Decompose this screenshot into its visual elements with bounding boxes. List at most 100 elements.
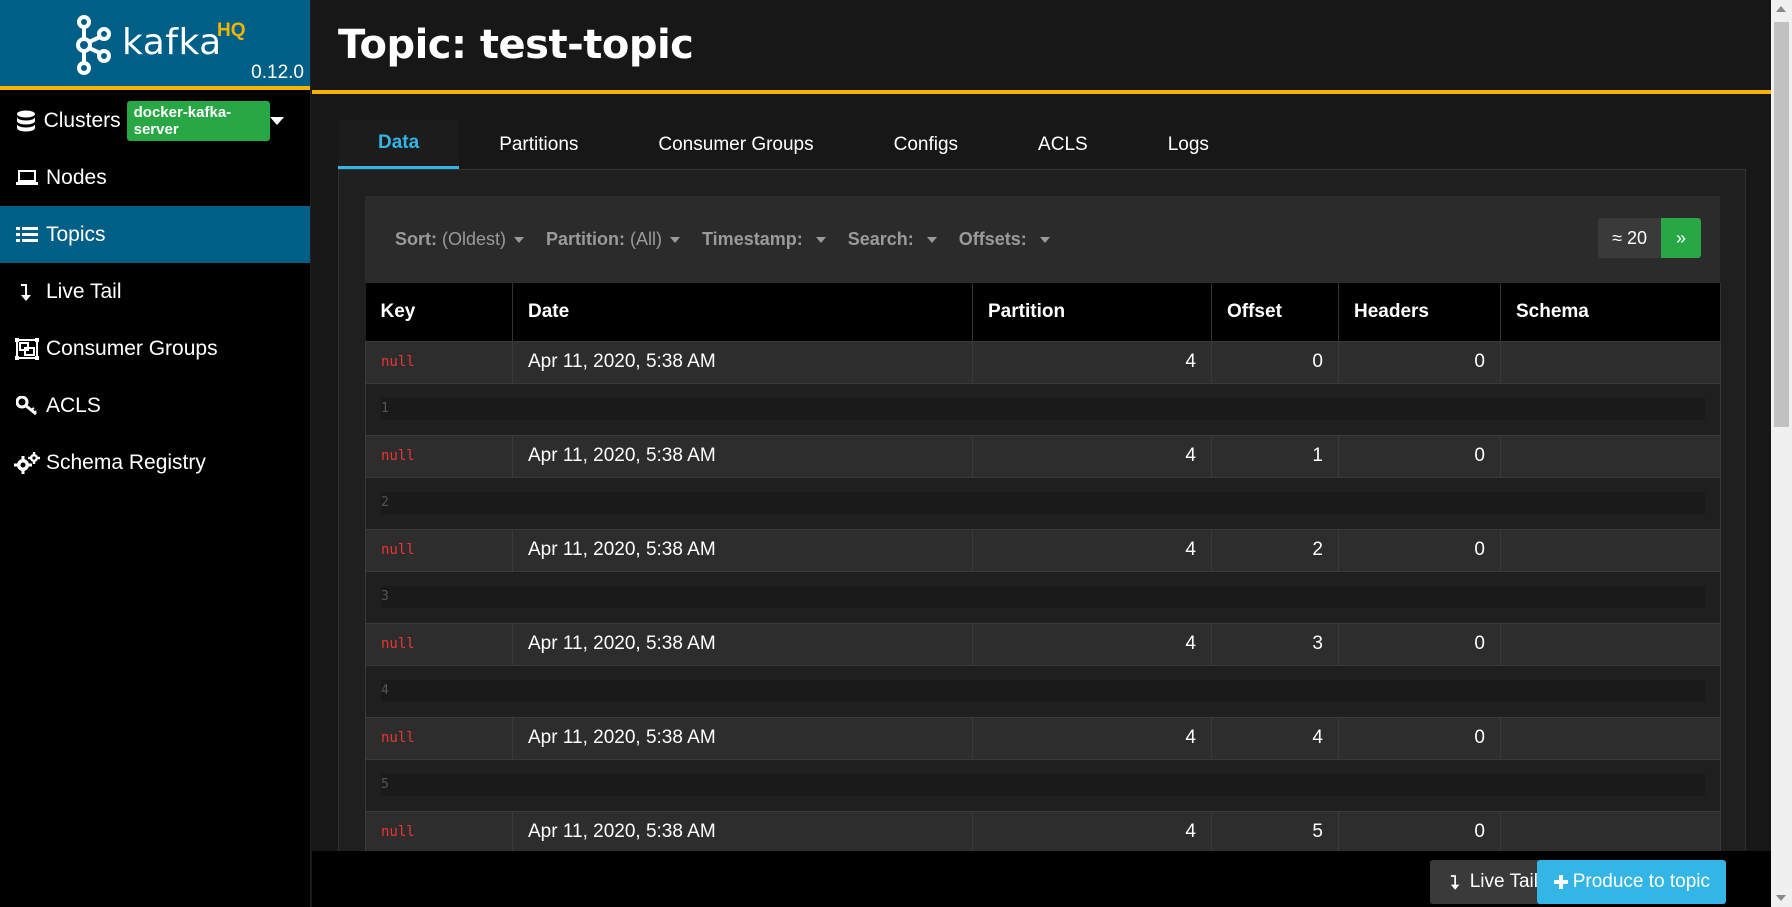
produce-to-topic-button[interactable]: Produce to topic: [1536, 860, 1726, 904]
column-header-key[interactable]: Key: [365, 283, 513, 341]
cell-partition: 4: [972, 716, 1212, 760]
sort-dropdown[interactable]: Sort: (Oldest): [395, 229, 525, 250]
kafka-logo-icon: [76, 15, 111, 75]
offsets-dropdown[interactable]: Offsets:: [959, 229, 1050, 250]
column-header-schema[interactable]: Schema: [1500, 283, 1721, 341]
column-header-date[interactable]: Date: [512, 283, 973, 341]
page-header: Topic: test-topic: [312, 0, 1771, 94]
column-header-offset[interactable]: Offset: [1211, 283, 1339, 341]
caret-down-icon: [670, 236, 681, 243]
sidebar-item-label: Clusters: [43, 108, 121, 132]
vertical-scrollbar[interactable]: [1771, 0, 1792, 907]
sidebar-item-schema-registry[interactable]: Schema Registry: [0, 434, 310, 491]
table-row[interactable]: null Apr 11, 2020, 5:38 AM 4 0 0: [365, 340, 1721, 384]
tab-data[interactable]: Data: [338, 120, 460, 170]
sidebar-item-live-tail[interactable]: Live Tail: [0, 263, 310, 320]
cell-key: null: [365, 622, 513, 666]
scroll-down-icon[interactable]: [1776, 895, 1786, 901]
partition-label: Partition:: [546, 229, 626, 249]
tab-partitions[interactable]: Partitions: [459, 120, 618, 170]
cogs-icon: [14, 450, 40, 476]
table-row[interactable]: null Apr 11, 2020, 5:38 AM 4 4 0: [365, 716, 1721, 760]
cell-headers: 0: [1338, 434, 1501, 478]
cell-offset: 4: [1211, 716, 1339, 760]
cell-date: Apr 11, 2020, 5:38 AM: [512, 622, 973, 666]
offsets-label: Offsets:: [958, 229, 1027, 249]
logo[interactable]: kafka HQ 0.12.0: [0, 0, 310, 90]
produce-label: Produce to topic: [1572, 871, 1710, 892]
sidebar-nav: Clusters docker-kafka-server Nodes Topic…: [0, 92, 310, 491]
cell-partition: 4: [972, 810, 1212, 854]
tab-configs[interactable]: Configs: [854, 120, 998, 170]
message-value[interactable]: 5: [381, 774, 1705, 796]
scroll-up-icon[interactable]: [1776, 6, 1786, 12]
cell-date: Apr 11, 2020, 5:38 AM: [512, 716, 973, 760]
cell-offset: 1: [1211, 434, 1339, 478]
message-value[interactable]: 3: [381, 586, 1705, 608]
message-value[interactable]: 4: [381, 680, 1705, 702]
data-panel: Sort: (Oldest) Partition: (All) Timestam…: [338, 169, 1746, 869]
cell-date: Apr 11, 2020, 5:38 AM: [512, 340, 973, 384]
table-row[interactable]: null Apr 11, 2020, 5:38 AM 4 2 0: [365, 528, 1721, 572]
sidebar-item-acls[interactable]: ACLS: [0, 377, 310, 434]
cell-schema: [1500, 528, 1721, 572]
cell-partition: 4: [972, 528, 1212, 572]
message-value[interactable]: 1: [381, 398, 1705, 420]
level-down-icon: [14, 279, 40, 305]
table-row[interactable]: null Apr 11, 2020, 5:38 AM 4 5 0: [365, 810, 1721, 854]
tab-logs[interactable]: Logs: [1128, 120, 1249, 170]
cell-offset: 2: [1211, 528, 1339, 572]
sidebar-item-label: Consumer Groups: [46, 336, 218, 360]
cell-schema: [1500, 340, 1721, 384]
partition-dropdown[interactable]: Partition: (All): [546, 229, 681, 250]
record-count: ≈ 20: [1598, 218, 1661, 258]
app-version: 0.12.0: [251, 62, 304, 83]
cell-schema: [1500, 622, 1721, 666]
laptop-icon: [14, 165, 40, 191]
value-row: 2: [365, 476, 1721, 530]
sidebar-item-topics[interactable]: Topics: [0, 206, 310, 263]
value-row: 5: [365, 758, 1721, 812]
scrollbar-thumb[interactable]: [1774, 22, 1789, 427]
tab-consumer-groups[interactable]: Consumer Groups: [618, 120, 853, 170]
sidebar-item-nodes[interactable]: Nodes: [0, 149, 310, 206]
table-header-row: Key Date Partition Offset Headers Schema: [365, 283, 1721, 341]
cell-key: null: [365, 340, 513, 384]
cell-offset: 0: [1211, 340, 1339, 384]
search-dropdown[interactable]: Search:: [848, 229, 937, 250]
footer-bar: Live Tail Produce to topic: [312, 851, 1771, 907]
cell-date: Apr 11, 2020, 5:38 AM: [512, 810, 973, 854]
search-label: Search:: [847, 229, 914, 249]
column-header-headers[interactable]: Headers: [1338, 283, 1501, 341]
chevron-down-icon[interactable]: [270, 116, 284, 125]
filter-toolbar: Sort: (Oldest) Partition: (All) Timestam…: [365, 196, 1720, 283]
cell-partition: 4: [972, 434, 1212, 478]
page-title: Topic: test-topic: [338, 22, 694, 68]
sidebar-item-clusters[interactable]: Clusters docker-kafka-server: [0, 92, 310, 149]
sort-value: (Oldest): [442, 229, 507, 249]
records-table: Key Date Partition Offset Headers Schema…: [365, 283, 1721, 854]
column-header-partition[interactable]: Partition: [972, 283, 1212, 341]
tab-acls[interactable]: ACLS: [998, 120, 1128, 170]
partition-value: (All): [630, 229, 663, 249]
sidebar-item-consumer-groups[interactable]: Consumer Groups: [0, 320, 310, 377]
cell-partition: 4: [972, 622, 1212, 666]
sidebar-item-label: Topics: [46, 222, 106, 246]
table-row[interactable]: null Apr 11, 2020, 5:38 AM 4 1 0: [365, 434, 1721, 478]
timestamp-label: Timestamp:: [702, 229, 803, 249]
key-icon: [14, 393, 40, 419]
cell-date: Apr 11, 2020, 5:38 AM: [512, 434, 973, 478]
cell-headers: 0: [1338, 622, 1501, 666]
level-down-icon: [1450, 875, 1460, 890]
table-row[interactable]: null Apr 11, 2020, 5:38 AM 4 3 0: [365, 622, 1721, 666]
cluster-badge: docker-kafka-server: [126, 100, 270, 141]
value-row: 3: [365, 570, 1721, 624]
sort-label: Sort:: [395, 229, 437, 249]
next-page-button[interactable]: »: [1661, 218, 1701, 258]
cell-partition: 4: [972, 340, 1212, 384]
message-value[interactable]: 2: [381, 492, 1705, 514]
timestamp-dropdown[interactable]: Timestamp:: [702, 229, 826, 250]
sidebar-item-label: ACLS: [46, 393, 101, 417]
live-tail-label: Live Tail: [1469, 871, 1538, 892]
value-row: 4: [365, 664, 1721, 718]
